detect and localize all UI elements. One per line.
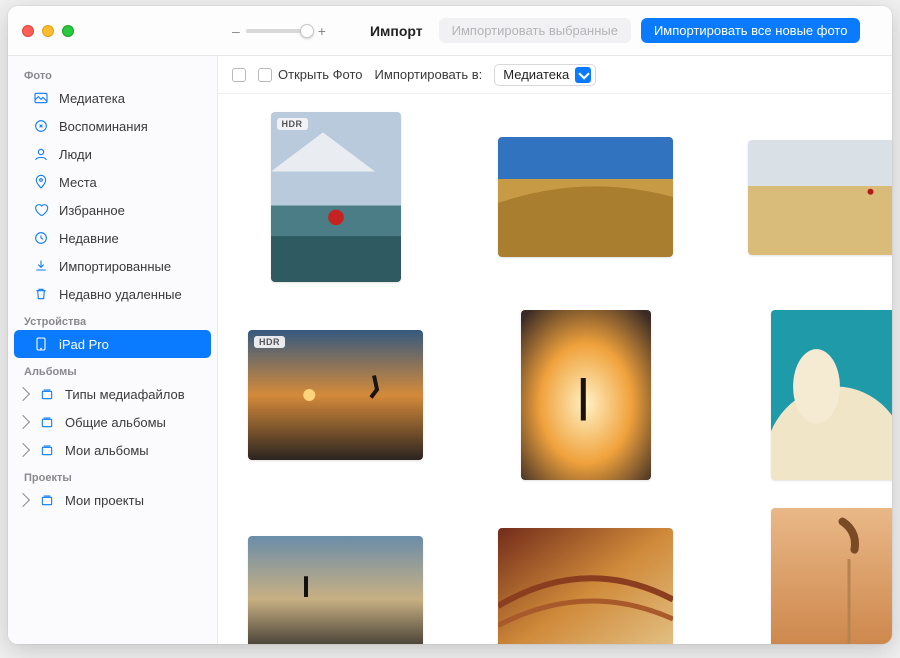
- minimize-window-button[interactable]: [42, 25, 54, 37]
- stack-icon: [38, 413, 56, 431]
- sidebar-item-media-types[interactable]: Типы медиафайлов: [8, 380, 217, 408]
- sidebar-item-label: Места: [59, 175, 97, 190]
- sidebar-item-label: Недавно удаленные: [59, 287, 182, 302]
- chevron-right-icon: [16, 493, 30, 507]
- import-to-select[interactable]: Медиатека: [494, 64, 596, 86]
- sidebar-item-label: iPad Pro: [59, 337, 109, 352]
- zoom-in-icon: +: [318, 23, 326, 39]
- page-title: Импорт: [370, 23, 423, 39]
- open-photos-option[interactable]: Открыть Фото: [258, 67, 363, 82]
- library-icon: [32, 89, 50, 107]
- sidebar-item-people[interactable]: Люди: [8, 140, 217, 168]
- photo-thumbnail[interactable]: [771, 508, 893, 644]
- photo-thumbnail[interactable]: HDR: [248, 330, 423, 460]
- zoom-slider-thumb[interactable]: [300, 24, 314, 38]
- sidebar-section-albums: Альбомы: [8, 358, 217, 380]
- photo-thumbnail[interactable]: [248, 536, 423, 645]
- zoom-out-icon: –: [232, 23, 240, 39]
- sidebar-item-imported[interactable]: Импортированные: [8, 252, 217, 280]
- places-icon: [32, 173, 50, 191]
- sidebar-section-projects: Проекты: [8, 464, 217, 486]
- import-all-button[interactable]: Импортировать все новые фото: [641, 18, 861, 43]
- hdr-badge: HDR: [254, 336, 285, 348]
- sidebar-section-devices: Устройства: [8, 308, 217, 330]
- photo-thumbnail[interactable]: [498, 137, 673, 257]
- maximize-window-button[interactable]: [62, 25, 74, 37]
- sidebar-item-my-projects[interactable]: Мои проекты: [8, 486, 217, 514]
- stack-icon: [38, 385, 56, 403]
- download-icon: [32, 257, 50, 275]
- sidebar-item-favorites[interactable]: Избранное: [8, 196, 217, 224]
- select-all-checkbox[interactable]: [232, 68, 246, 82]
- photo-thumbnail[interactable]: [748, 140, 892, 255]
- sidebar-item-my-albums[interactable]: Мои альбомы: [8, 436, 217, 464]
- sidebar-item-library[interactable]: Медиатека: [8, 84, 217, 112]
- memories-icon: [32, 117, 50, 135]
- hdr-badge: HDR: [277, 118, 308, 130]
- open-photos-label: Открыть Фото: [278, 67, 363, 82]
- photo-thumbnail[interactable]: [521, 310, 651, 480]
- people-icon: [32, 145, 50, 163]
- open-photos-checkbox[interactable]: [258, 68, 272, 82]
- sidebar-item-label: Медиатека: [59, 91, 125, 106]
- sidebar-item-label: Люди: [59, 147, 92, 162]
- stack-icon: [38, 491, 56, 509]
- sidebar-item-recentlydeleted[interactable]: Недавно удаленные: [8, 280, 217, 308]
- ipad-icon: [32, 335, 50, 353]
- sidebar-item-label: Типы медиафайлов: [65, 387, 185, 402]
- sidebar-item-label: Недавние: [59, 231, 119, 246]
- sidebar-item-label: Мои проекты: [65, 493, 144, 508]
- import-to-label: Импортировать в:: [375, 67, 483, 82]
- sidebar-section-photos: Фото: [8, 62, 217, 84]
- sidebar-item-ipad-pro[interactable]: iPad Pro: [14, 330, 211, 358]
- sidebar-item-label: Избранное: [59, 203, 125, 218]
- sidebar-item-shared-albums[interactable]: Общие альбомы: [8, 408, 217, 436]
- clock-icon: [32, 229, 50, 247]
- photo-thumbnail[interactable]: [771, 310, 893, 480]
- import-selected-button[interactable]: Импортировать выбранные: [439, 18, 631, 43]
- sidebar-item-memories[interactable]: Воспоминания: [8, 112, 217, 140]
- chevron-right-icon: [16, 387, 30, 401]
- sidebar-item-label: Общие альбомы: [65, 415, 166, 430]
- sidebar-item-label: Импортированные: [59, 259, 171, 274]
- chevron-down-icon: [575, 67, 591, 83]
- thumbnail-zoom-slider[interactable]: – +: [232, 23, 326, 39]
- heart-icon: [32, 201, 50, 219]
- zoom-slider-track[interactable]: [246, 29, 312, 33]
- photo-thumbnail[interactable]: HDR: [271, 112, 401, 282]
- photo-thumbnail[interactable]: [498, 528, 673, 644]
- sidebar-item-places[interactable]: Места: [8, 168, 217, 196]
- import-to-value: Медиатека: [503, 67, 569, 82]
- sidebar-item-label: Воспоминания: [59, 119, 148, 134]
- chevron-right-icon: [16, 415, 30, 429]
- sidebar-item-recent[interactable]: Недавние: [8, 224, 217, 252]
- stack-icon: [38, 441, 56, 459]
- trash-icon: [32, 285, 50, 303]
- chevron-right-icon: [16, 443, 30, 457]
- sidebar-item-label: Мои альбомы: [65, 443, 149, 458]
- close-window-button[interactable]: [22, 25, 34, 37]
